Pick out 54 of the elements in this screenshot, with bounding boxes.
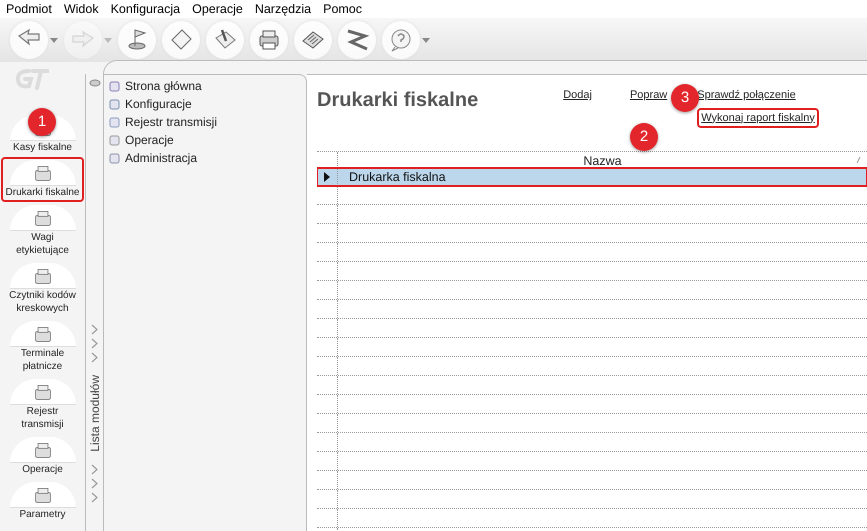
menu-item[interactable]: Operacje <box>186 0 249 18</box>
menu-item[interactable]: Narzędzia <box>248 0 318 18</box>
menu-item[interactable]: Konfiguracja <box>104 0 186 18</box>
toolbar-button[interactable] <box>338 21 376 59</box>
action-link[interactable]: Wykonaj raport fiskalny <box>697 108 819 128</box>
current-row-icon <box>323 172 331 182</box>
table-cell-text: Drukarka fiskalna <box>348 169 446 186</box>
tree-item[interactable]: Operacje <box>108 131 306 149</box>
nav-item[interactable]: Czytniki kodów kreskowych <box>1 260 84 318</box>
nav-item[interactable]: Rejestr transmisji <box>1 376 84 434</box>
nav-item[interactable]: Wagi etykietujące <box>1 202 84 260</box>
sort-icon <box>856 157 861 163</box>
chevron-icon <box>91 478 98 489</box>
toolbar-button[interactable] <box>10 21 58 59</box>
tree-item[interactable]: Strona główna <box>108 77 306 95</box>
logo-icon <box>14 68 48 90</box>
nav-item[interactable]: Parametry <box>1 479 84 524</box>
menu-item[interactable]: Widok <box>58 0 105 18</box>
module-icon <box>108 98 121 110</box>
module-icon <box>108 116 121 128</box>
module-icon <box>108 134 121 146</box>
nav-item[interactable]: Operacje <box>1 434 84 479</box>
chevron-icon <box>91 464 98 475</box>
module-icon <box>108 152 121 164</box>
action-link[interactable]: Dodaj <box>563 87 592 104</box>
action-link[interactable]: Sprawdź połączenie <box>697 87 796 104</box>
toolbar-button[interactable] <box>382 21 430 59</box>
pin-icon[interactable] <box>88 78 100 88</box>
chevron-icon <box>91 338 98 349</box>
tree-item[interactable]: Konfiguracje <box>108 95 306 113</box>
page-title: Drukarki fiskalne <box>317 88 478 113</box>
callout-badge: 1 <box>28 108 56 136</box>
caret-icon <box>50 38 58 42</box>
toolbar-button[interactable] <box>250 21 288 59</box>
chevron-icon <box>91 492 98 503</box>
nav-item[interactable]: Drukarki fiskalne <box>1 157 84 202</box>
toolbar-button[interactable] <box>162 21 200 59</box>
module-icon <box>108 80 121 92</box>
toolbar-button[interactable] <box>118 21 156 59</box>
toolbar-button[interactable] <box>206 21 244 59</box>
nav-item[interactable]: Terminale płatnicze <box>1 318 84 376</box>
tree-item[interactable]: Administracja <box>108 149 306 167</box>
action-link[interactable]: Popraw <box>630 87 668 104</box>
column-header[interactable]: Nazwa <box>338 152 867 168</box>
toolbar-button[interactable] <box>294 21 332 59</box>
caret-icon <box>422 38 430 42</box>
tree-item[interactable]: Rejestr transmisji <box>108 113 306 131</box>
menu-item[interactable]: Pomoc <box>317 0 368 18</box>
menu-item[interactable]: Podmiot <box>0 0 58 18</box>
caret-icon <box>104 38 112 42</box>
module-list-label[interactable]: Lista modułów <box>86 375 104 452</box>
table-row[interactable]: Drukarka fiskalna <box>317 168 867 186</box>
chevron-icon <box>91 352 98 363</box>
chevron-icon <box>91 324 98 335</box>
